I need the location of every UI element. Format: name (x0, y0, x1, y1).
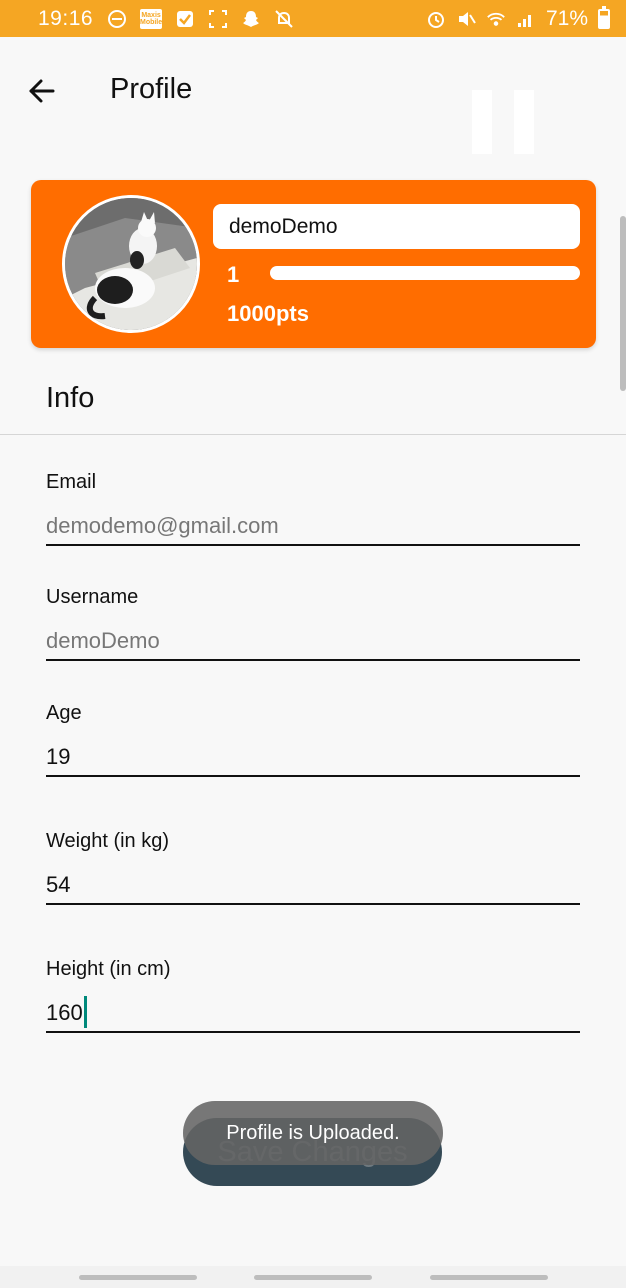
do-not-disturb-icon (107, 9, 127, 29)
age-field[interactable]: 19 (46, 737, 580, 777)
info-heading: Info (46, 382, 95, 414)
profile-name-box: demoDemo (213, 204, 580, 249)
mobile-app-icon: Maxis Mobile (140, 8, 162, 29)
alarm-icon (426, 9, 446, 29)
nav-recents-button[interactable] (79, 1275, 197, 1280)
height-field-group: Height (in cm) 160 (46, 958, 580, 1033)
level-progress-bar (270, 266, 580, 280)
screenshot-icon (208, 9, 228, 29)
placeholder-action-b (514, 90, 534, 154)
navigation-bar (0, 1266, 626, 1288)
wifi-icon (486, 9, 506, 29)
weight-field[interactable]: 54 (46, 865, 580, 905)
username-field-group: Username demoDemo (46, 586, 580, 661)
height-label: Height (in cm) (46, 958, 171, 980)
status-time: 19:16 (38, 6, 94, 30)
battery-percent: 71% (545, 6, 588, 30)
height-value: 160 (46, 1000, 83, 1025)
placeholder-action-a (472, 90, 492, 154)
weight-label: Weight (in kg) (46, 830, 170, 852)
divider (0, 434, 626, 435)
scrollbar[interactable] (620, 216, 626, 391)
status-bar: 19:16 Maxis Mobile 71% (0, 0, 626, 37)
height-field[interactable]: 160 (46, 993, 580, 1033)
arrow-left-icon (29, 79, 55, 103)
email-field[interactable]: demodemo@gmail.com (46, 506, 580, 546)
check-icon (175, 9, 195, 29)
profile-card: demoDemo 1 1000pts (31, 180, 596, 348)
toast-message: Profile is Uploaded. (183, 1101, 443, 1165)
profile-level: 1 (227, 262, 240, 287)
age-field-group: Age 19 (46, 702, 580, 777)
profile-points: 1000pts (227, 301, 309, 326)
app-bar: Profile (0, 37, 626, 154)
weight-field-group: Weight (in kg) 54 (46, 830, 580, 905)
profile-username: demoDemo (229, 214, 338, 238)
snapchat-icon (241, 9, 261, 29)
age-label: Age (46, 702, 82, 724)
email-label: Email (46, 471, 97, 493)
text-cursor (83, 996, 87, 1029)
email-field-group: Email demodemo@gmail.com (46, 471, 580, 546)
page-title: Profile (110, 73, 193, 105)
battery-icon (598, 5, 610, 29)
username-field[interactable]: demoDemo (46, 621, 580, 661)
nav-back-button[interactable] (430, 1275, 548, 1280)
signal-icon (516, 9, 536, 29)
nav-home-button[interactable] (254, 1275, 372, 1280)
username-label: Username (46, 586, 139, 608)
avatar[interactable] (62, 195, 200, 333)
back-button[interactable] (24, 73, 60, 109)
notifications-off-icon (274, 9, 294, 29)
mute-icon (456, 9, 476, 29)
